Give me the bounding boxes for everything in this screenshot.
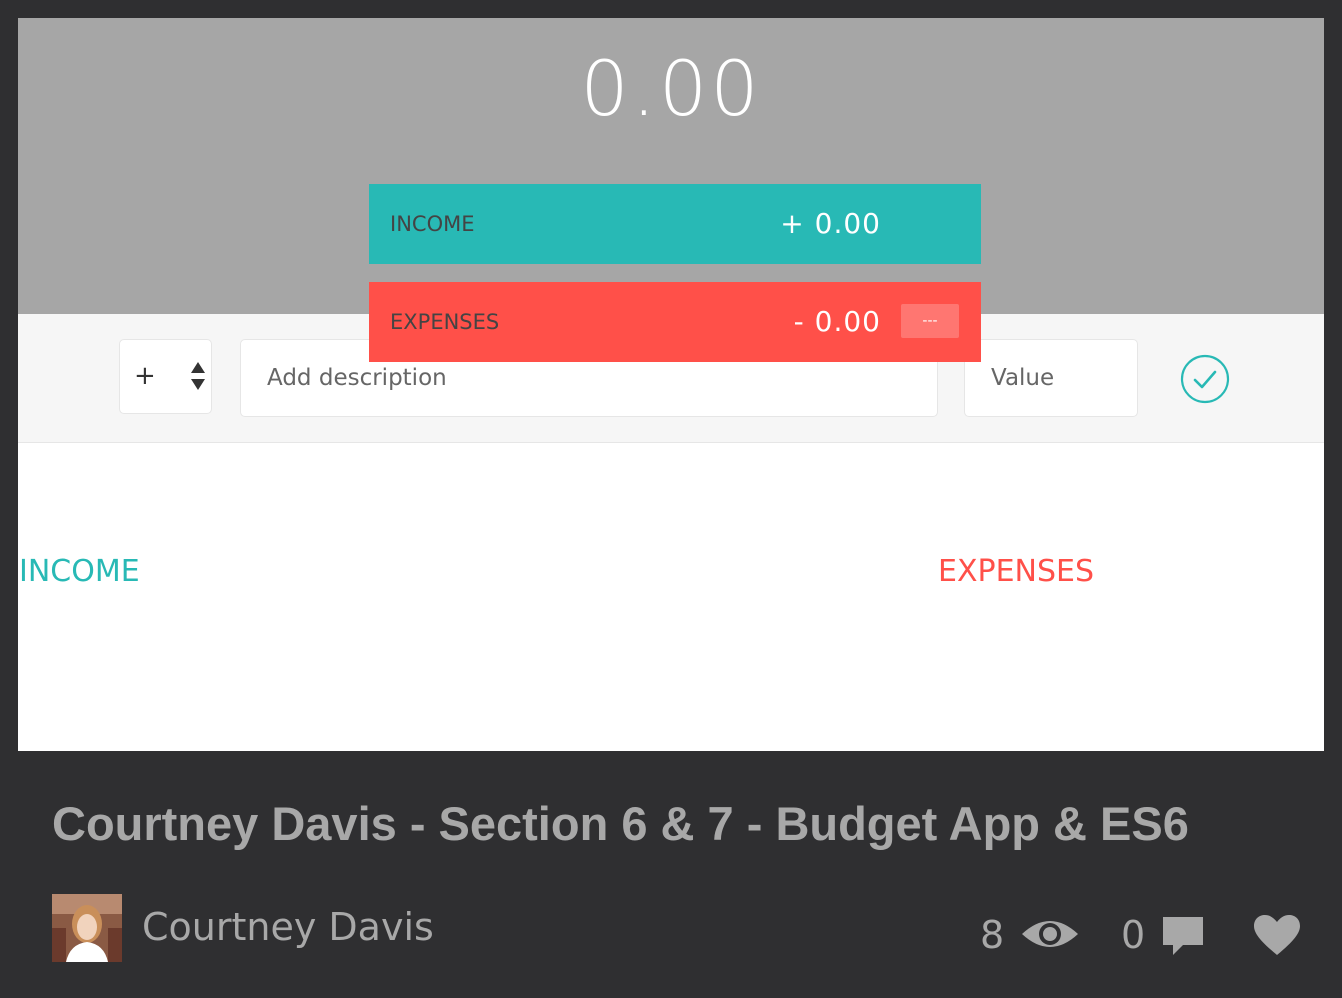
budget-expenses-label: EXPENSES xyxy=(390,310,500,334)
pen-title[interactable]: Courtney Davis - Section 6 & 7 - Budget … xyxy=(52,795,1189,853)
author-name[interactable]: Courtney Davis xyxy=(142,904,434,950)
up-down-arrows-icon xyxy=(191,362,205,390)
add-value-input[interactable] xyxy=(964,339,1138,417)
budget-total: 0.00 xyxy=(580,44,762,133)
views-count: 8 xyxy=(980,913,1005,957)
budget-header: 0.00 xyxy=(18,18,1324,314)
add-type-value: + xyxy=(134,361,156,391)
budget-expenses-row: EXPENSES - 0.00 --- xyxy=(369,282,981,362)
income-list-title: INCOME xyxy=(19,554,140,589)
eye-icon xyxy=(1022,921,1078,947)
add-type-select[interactable]: + xyxy=(119,339,212,414)
comment-bubble-icon[interactable] xyxy=(1161,915,1205,959)
budget-expenses-value: - 0.00 xyxy=(793,305,881,338)
budget-income-label: INCOME xyxy=(390,212,475,236)
budget-income-value: + 0.00 xyxy=(780,207,881,240)
author-avatar[interactable] xyxy=(52,894,122,962)
avatar-image xyxy=(52,894,122,962)
pen-preview: 0.00 INCOME + 0.00 EXPENSES - 0.00 --- +… xyxy=(18,18,1324,751)
budget-expenses-percentage: --- xyxy=(901,304,959,338)
comments-count: 0 xyxy=(1121,913,1146,957)
expenses-list-title: EXPENSES xyxy=(938,554,1095,589)
check-circle-icon[interactable] xyxy=(1179,353,1231,405)
heart-icon[interactable] xyxy=(1252,913,1302,957)
budget-income-row: INCOME + 0.00 xyxy=(369,184,981,264)
